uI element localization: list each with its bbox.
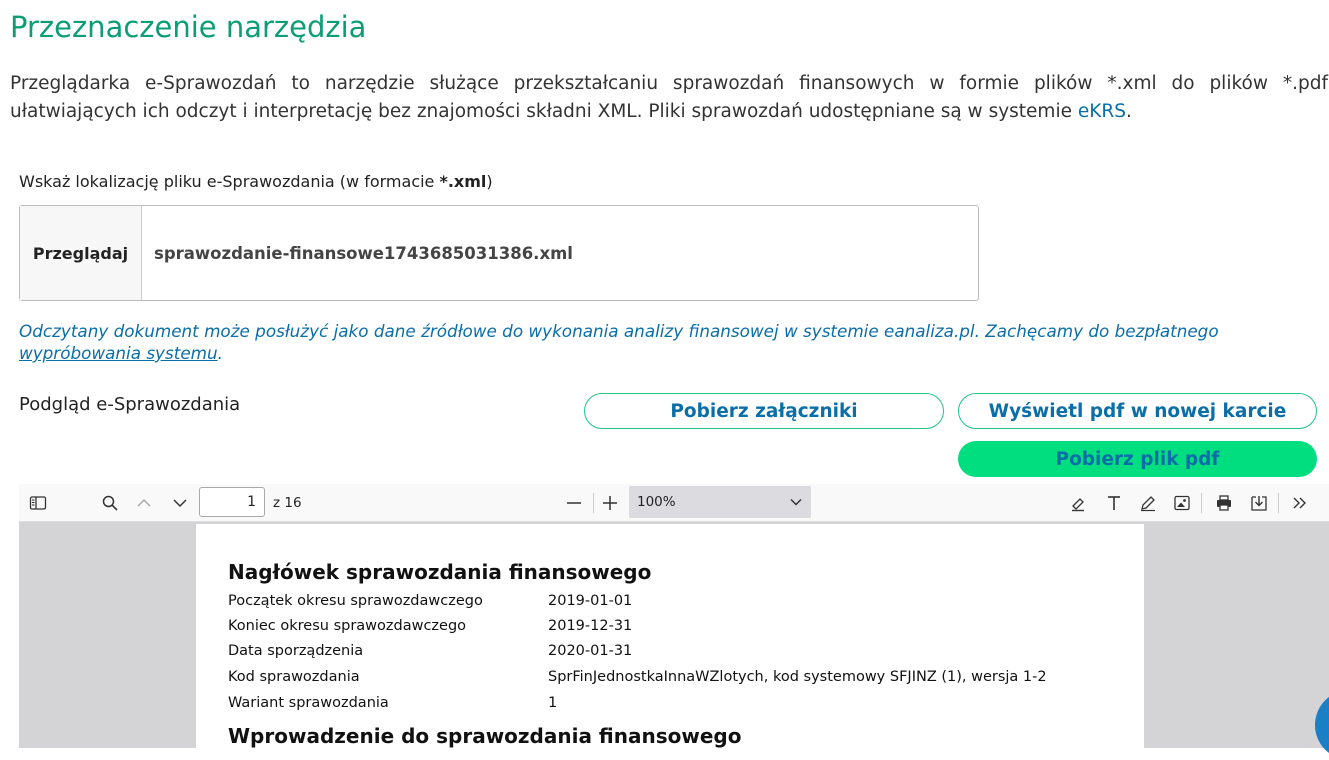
more-tools-icon[interactable] [1287,490,1313,516]
pdf-page: Nagłówek sprawozdania finansowego Począt… [196,524,1144,748]
chevron-up-icon[interactable] [131,490,157,516]
sidebar-toggle-icon[interactable] [25,490,51,516]
file-label-prefix: Wskaż lokalizację pliku e-Sprawozdania (… [19,172,440,191]
try-system-link[interactable]: wypróbowania systemu [19,343,218,363]
file-input[interactable]: Przeglądaj sprawozdanie-finansowe1743685… [19,205,979,301]
pdf-row-value: 1 [548,695,558,711]
pdf-row-value: 2019-12-31 [548,618,633,634]
notice-end: . [217,343,223,363]
pdf-row-value: 2019-01-01 [548,593,633,609]
preview-label: Podgląd e-Sprawozdania [19,394,241,415]
pdf-heading: Wprowadzenie do sprawozdania finansowego [228,724,742,748]
download-pdf-button[interactable]: Pobierz plik pdf [958,441,1317,477]
text-icon[interactable] [1101,490,1127,516]
file-label-format: *.xml [439,172,487,191]
page-count: z 16 [273,495,302,511]
pdf-row-label: Data sporządzenia [228,643,364,659]
save-icon[interactable] [1246,490,1272,516]
print-icon[interactable] [1211,490,1237,516]
draw-icon[interactable] [1135,490,1161,516]
toolbar-separator [1201,493,1202,513]
page-title: Przeznaczenie narzędzia [10,10,367,44]
zoom-value: 100% [637,494,676,510]
download-attachments-button[interactable]: Pobierz załączniki [584,393,944,429]
toolbar-separator [1278,493,1279,513]
chevron-down-icon [790,498,802,506]
pdf-row-label: Kod sprawozdania [228,669,360,685]
image-icon[interactable] [1169,490,1195,516]
pdf-toolbar: z 16 100% [19,484,1329,522]
pdf-row-value: 2020-01-31 [548,643,633,659]
pdf-row-label: Początek okresu sprawozdawczego [228,593,483,609]
zoom-out-icon[interactable] [561,490,587,516]
notice-text: Odczytany dokument może posłużyć jako da… [19,321,1219,341]
toolbar-separator [593,493,594,513]
ekrs-link[interactable]: eKRS [1078,101,1126,122]
pdf-viewport[interactable]: Nagłówek sprawozdania finansowego Począt… [19,522,1329,748]
chevron-down-icon[interactable] [167,490,193,516]
selected-file-name: sprawozdanie-finansowe1743685031386.xml [154,243,573,263]
open-pdf-new-tab-button[interactable]: Wyświetl pdf w nowej karcie [958,393,1317,429]
zoom-select[interactable]: 100% [629,486,811,518]
browse-button[interactable]: Przeglądaj [20,206,142,300]
pdf-row-label: Wariant sprawozdania [228,695,389,711]
intro-paragraph: Przeglądarka e-Sprawozdań to narzędzie s… [10,70,1328,126]
pdf-row-value: SprFinJednostkaInnaWZlotych, kod systemo… [548,669,1047,685]
search-icon[interactable] [97,490,123,516]
file-picker-label: Wskaż lokalizację pliku e-Sprawozdania (… [19,172,493,191]
zoom-in-icon[interactable] [597,490,623,516]
intro-end: . [1125,101,1132,122]
highlight-icon[interactable] [1065,490,1091,516]
page-number-input[interactable] [199,487,265,517]
pdf-row-label: Koniec okresu sprawozdawczego [228,618,467,634]
file-label-suffix: ) [486,172,493,191]
eanaliza-notice: Odczytany dokument może posłużyć jako da… [19,320,1279,364]
pdf-heading: Nagłówek sprawozdania finansowego [228,560,652,584]
